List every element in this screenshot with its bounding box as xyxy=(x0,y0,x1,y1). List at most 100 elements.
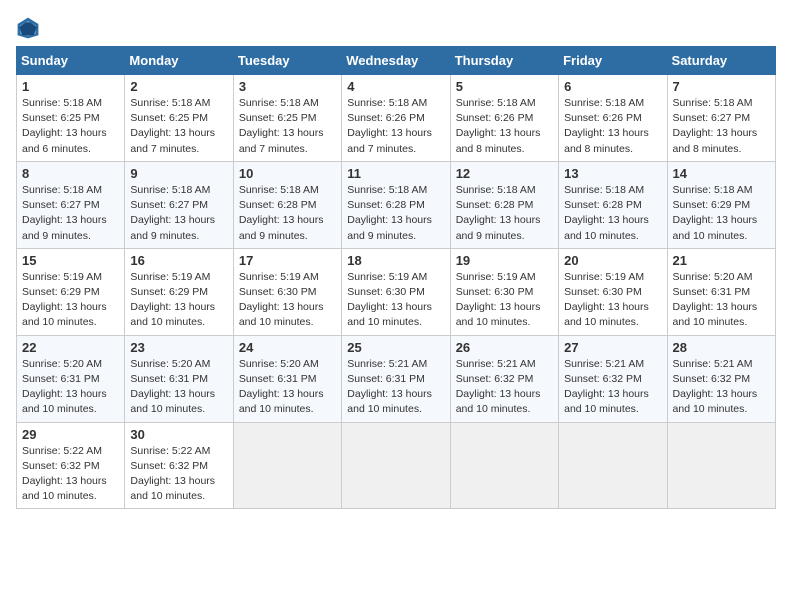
col-header-sunday: Sunday xyxy=(17,47,125,75)
day-info: Sunrise: 5:21 AMSunset: 6:31 PMDaylight:… xyxy=(347,357,444,418)
day-number: 18 xyxy=(347,253,444,268)
empty-cell xyxy=(233,422,341,509)
day-number: 3 xyxy=(239,79,336,94)
day-cell-18: 18 Sunrise: 5:19 AMSunset: 6:30 PMDayligh… xyxy=(342,248,450,335)
day-number: 4 xyxy=(347,79,444,94)
day-cell-16: 16 Sunrise: 5:19 AMSunset: 6:29 PMDayligh… xyxy=(125,248,233,335)
col-header-friday: Friday xyxy=(559,47,667,75)
day-cell-4: 4 Sunrise: 5:18 AMSunset: 6:26 PMDaylight… xyxy=(342,75,450,162)
day-info: Sunrise: 5:20 AMSunset: 6:31 PMDaylight:… xyxy=(239,357,336,418)
day-info: Sunrise: 5:22 AMSunset: 6:32 PMDaylight:… xyxy=(22,444,119,505)
day-info: Sunrise: 5:18 AMSunset: 6:26 PMDaylight:… xyxy=(347,96,444,157)
day-info: Sunrise: 5:18 AMSunset: 6:28 PMDaylight:… xyxy=(456,183,553,244)
day-cell-3: 3Sunrise: 5:18 AMSunset: 6:25 PMDaylight… xyxy=(233,75,341,162)
day-number: 5 xyxy=(456,79,553,94)
day-cell-30: 30 Sunrise: 5:22 AMSunset: 6:32 PMDayligh… xyxy=(125,422,233,509)
day-cell-7: 7Sunrise: 5:18 AMSunset: 6:27 PMDaylight… xyxy=(667,75,775,162)
day-number: 25 xyxy=(347,340,444,355)
col-header-wednesday: Wednesday xyxy=(342,47,450,75)
day-cell-1: 1Sunrise: 5:18 AMSunset: 6:25 PMDaylight… xyxy=(17,75,125,162)
day-info: Sunrise: 5:20 AMSunset: 6:31 PMDaylight:… xyxy=(673,270,770,331)
day-number: 28 xyxy=(673,340,770,355)
day-number: 27 xyxy=(564,340,661,355)
day-cell-17: 17 Sunrise: 5:19 AMSunset: 6:30 PMDayligh… xyxy=(233,248,341,335)
day-cell-28: 28 Sunrise: 5:21 AMSunset: 6:32 PMDayligh… xyxy=(667,335,775,422)
day-number: 30 xyxy=(130,427,227,442)
day-cell-19: 19 Sunrise: 5:19 AMSunset: 6:30 PMDayligh… xyxy=(450,248,558,335)
col-header-thursday: Thursday xyxy=(450,47,558,75)
day-info: Sunrise: 5:21 AMSunset: 6:32 PMDaylight:… xyxy=(564,357,661,418)
col-header-monday: Monday xyxy=(125,47,233,75)
day-info: Sunrise: 5:19 AMSunset: 6:30 PMDaylight:… xyxy=(456,270,553,331)
col-header-saturday: Saturday xyxy=(667,47,775,75)
day-number: 13 xyxy=(564,166,661,181)
day-cell-11: 11Sunrise: 5:18 AMSunset: 6:28 PMDayligh… xyxy=(342,161,450,248)
week-row-6: 29 Sunrise: 5:22 AMSunset: 6:32 PMDayligh… xyxy=(17,422,776,509)
day-cell-22: 22Sunrise: 5:20 AMSunset: 6:31 PMDayligh… xyxy=(17,335,125,422)
day-info: Sunrise: 5:19 AMSunset: 6:30 PMDaylight:… xyxy=(564,270,661,331)
day-info: Sunrise: 5:18 AMSunset: 6:27 PMDaylight:… xyxy=(673,96,770,157)
day-cell-20: 20Sunrise: 5:19 AMSunset: 6:30 PMDayligh… xyxy=(559,248,667,335)
day-info: Sunrise: 5:18 AMSunset: 6:26 PMDaylight:… xyxy=(564,96,661,157)
day-number: 24 xyxy=(239,340,336,355)
day-number: 8 xyxy=(22,166,119,181)
day-info: Sunrise: 5:18 AMSunset: 6:26 PMDaylight:… xyxy=(456,96,553,157)
day-cell-26: 26Sunrise: 5:21 AMSunset: 6:32 PMDayligh… xyxy=(450,335,558,422)
day-info: Sunrise: 5:19 AMSunset: 6:29 PMDaylight:… xyxy=(22,270,119,331)
day-info: Sunrise: 5:20 AMSunset: 6:31 PMDaylight:… xyxy=(22,357,119,418)
day-number: 10 xyxy=(239,166,336,181)
calendar-table: SundayMondayTuesdayWednesdayThursdayFrid… xyxy=(16,46,776,509)
day-cell-23: 23 Sunrise: 5:20 AMSunset: 6:31 PMDayligh… xyxy=(125,335,233,422)
day-number: 15 xyxy=(22,253,119,268)
day-info: Sunrise: 5:18 AMSunset: 6:29 PMDaylight:… xyxy=(673,183,770,244)
day-info: Sunrise: 5:19 AMSunset: 6:30 PMDaylight:… xyxy=(347,270,444,331)
day-number: 16 xyxy=(130,253,227,268)
header xyxy=(16,16,776,40)
day-cell-6: 6 Sunrise: 5:18 AMSunset: 6:26 PMDaylight… xyxy=(559,75,667,162)
day-info: Sunrise: 5:18 AMSunset: 6:28 PMDaylight:… xyxy=(347,183,444,244)
header-row: SundayMondayTuesdayWednesdayThursdayFrid… xyxy=(17,47,776,75)
day-cell-13: 13 Sunrise: 5:18 AMSunset: 6:28 PMDayligh… xyxy=(559,161,667,248)
day-info: Sunrise: 5:18 AMSunset: 6:28 PMDaylight:… xyxy=(239,183,336,244)
day-info: Sunrise: 5:20 AMSunset: 6:31 PMDaylight:… xyxy=(130,357,227,418)
week-row-4: 15 Sunrise: 5:19 AMSunset: 6:29 PMDayligh… xyxy=(17,248,776,335)
day-number: 29 xyxy=(22,427,119,442)
day-number: 9 xyxy=(130,166,227,181)
logo-icon xyxy=(16,16,40,40)
day-cell-15: 15 Sunrise: 5:19 AMSunset: 6:29 PMDayligh… xyxy=(17,248,125,335)
empty-cell xyxy=(559,422,667,509)
day-info: Sunrise: 5:19 AMSunset: 6:29 PMDaylight:… xyxy=(130,270,227,331)
empty-cell xyxy=(667,422,775,509)
empty-cell xyxy=(342,422,450,509)
day-cell-14: 14 Sunrise: 5:18 AMSunset: 6:29 PMDayligh… xyxy=(667,161,775,248)
week-row-5: 22Sunrise: 5:20 AMSunset: 6:31 PMDayligh… xyxy=(17,335,776,422)
day-number: 21 xyxy=(673,253,770,268)
day-info: Sunrise: 5:18 AMSunset: 6:25 PMDaylight:… xyxy=(130,96,227,157)
empty-cell xyxy=(450,422,558,509)
week-row-3: 8 Sunrise: 5:18 AMSunset: 6:27 PMDaylight… xyxy=(17,161,776,248)
day-info: Sunrise: 5:18 AMSunset: 6:28 PMDaylight:… xyxy=(564,183,661,244)
day-number: 2 xyxy=(130,79,227,94)
day-info: Sunrise: 5:21 AMSunset: 6:32 PMDaylight:… xyxy=(673,357,770,418)
day-number: 12 xyxy=(456,166,553,181)
day-cell-29: 29 Sunrise: 5:22 AMSunset: 6:32 PMDayligh… xyxy=(17,422,125,509)
day-cell-8: 8 Sunrise: 5:18 AMSunset: 6:27 PMDaylight… xyxy=(17,161,125,248)
day-number: 23 xyxy=(130,340,227,355)
day-cell-5: 5 Sunrise: 5:18 AMSunset: 6:26 PMDaylight… xyxy=(450,75,558,162)
day-info: Sunrise: 5:18 AMSunset: 6:27 PMDaylight:… xyxy=(130,183,227,244)
logo xyxy=(16,16,44,40)
day-cell-12: 12 Sunrise: 5:18 AMSunset: 6:28 PMDayligh… xyxy=(450,161,558,248)
day-info: Sunrise: 5:19 AMSunset: 6:30 PMDaylight:… xyxy=(239,270,336,331)
day-info: Sunrise: 5:18 AMSunset: 6:27 PMDaylight:… xyxy=(22,183,119,244)
week-row-2: 1Sunrise: 5:18 AMSunset: 6:25 PMDaylight… xyxy=(17,75,776,162)
col-header-tuesday: Tuesday xyxy=(233,47,341,75)
day-cell-9: 9 Sunrise: 5:18 AMSunset: 6:27 PMDaylight… xyxy=(125,161,233,248)
day-number: 6 xyxy=(564,79,661,94)
day-info: Sunrise: 5:18 AMSunset: 6:25 PMDaylight:… xyxy=(22,96,119,157)
day-cell-27: 27 Sunrise: 5:21 AMSunset: 6:32 PMDayligh… xyxy=(559,335,667,422)
day-cell-10: 10 Sunrise: 5:18 AMSunset: 6:28 PMDayligh… xyxy=(233,161,341,248)
day-number: 17 xyxy=(239,253,336,268)
day-info: Sunrise: 5:22 AMSunset: 6:32 PMDaylight:… xyxy=(130,444,227,505)
day-number: 19 xyxy=(456,253,553,268)
day-number: 14 xyxy=(673,166,770,181)
